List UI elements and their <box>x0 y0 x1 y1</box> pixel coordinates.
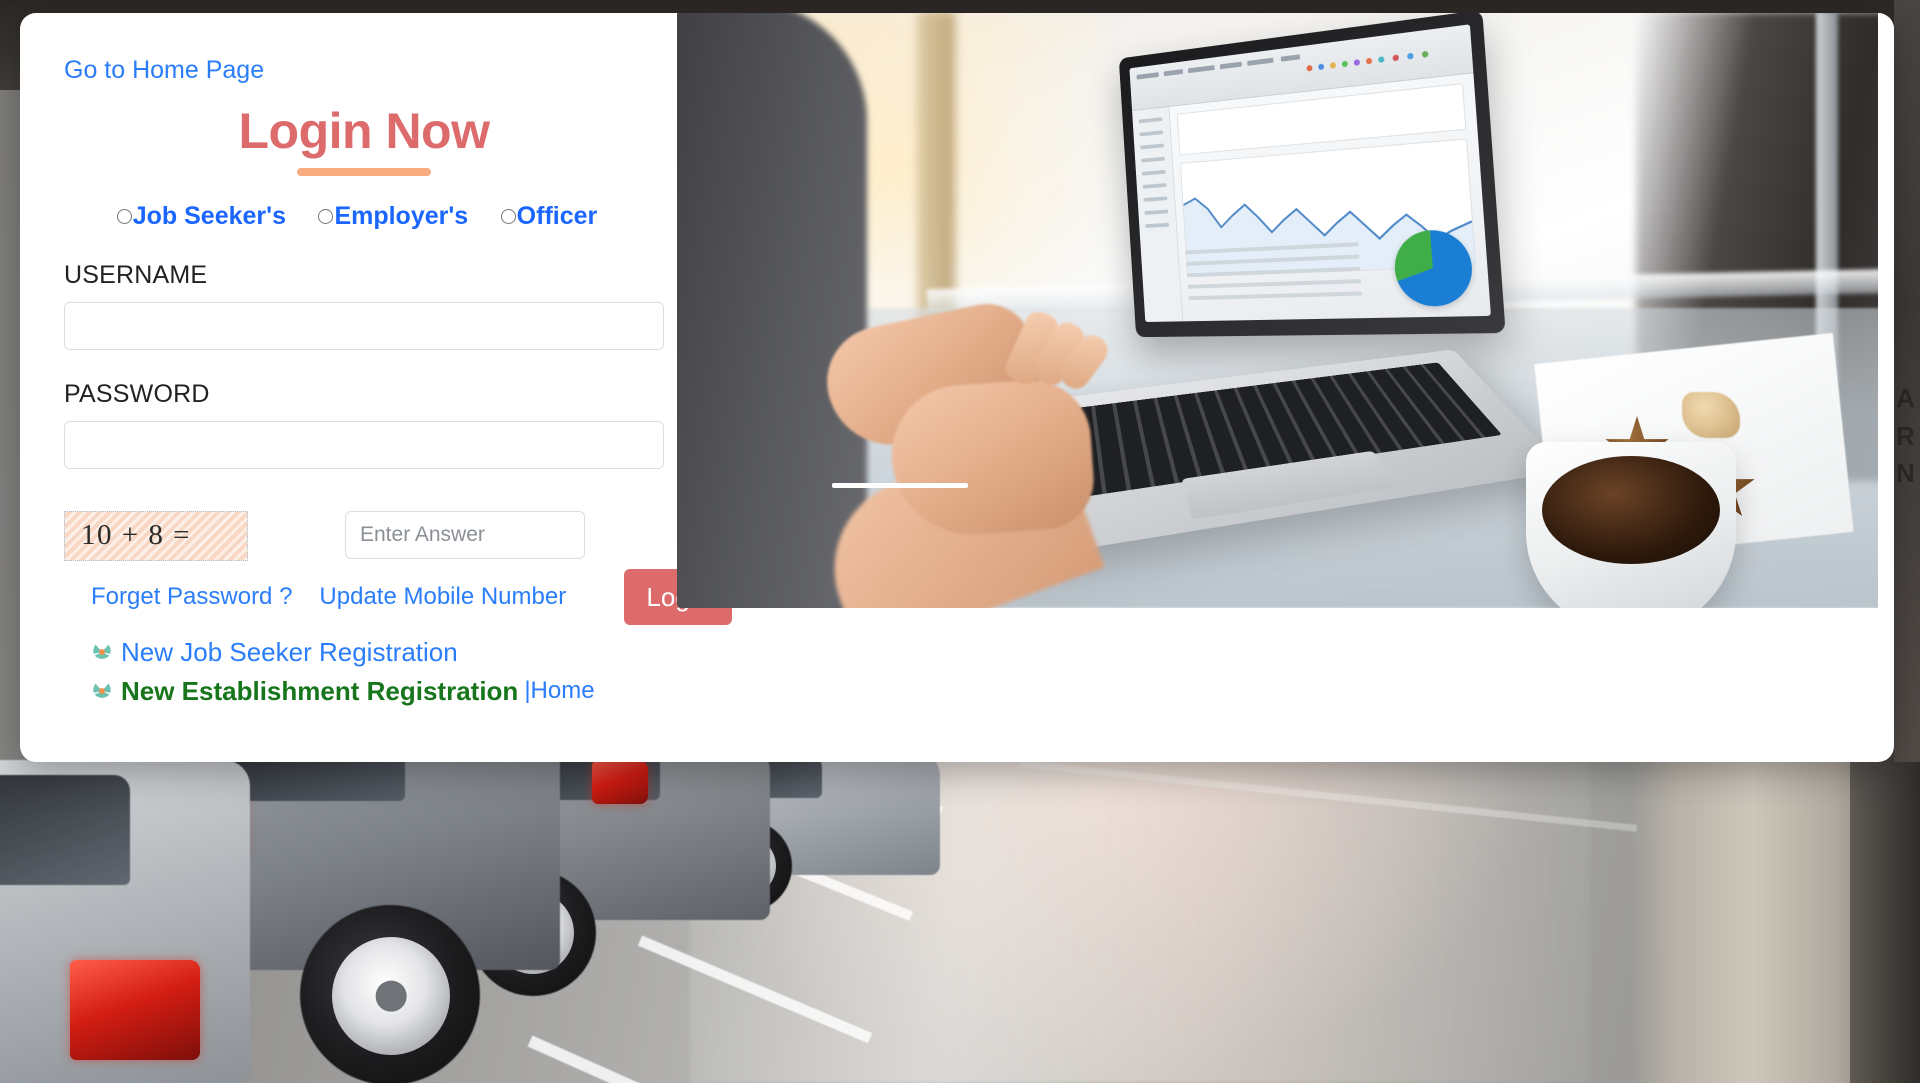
photo-cookie <box>1682 392 1740 438</box>
username-input[interactable] <box>64 301 664 350</box>
photo-coffee <box>1542 456 1720 564</box>
photo-blind <box>917 13 955 331</box>
radio-icon[interactable] <box>500 208 516 224</box>
role-option-employer[interactable]: Employer's <box>318 202 468 231</box>
title-underline <box>297 167 431 176</box>
role-option-job-seeker[interactable]: Job Seeker's <box>116 201 286 231</box>
captcha-answer-input[interactable] <box>345 510 585 559</box>
role-option-officer[interactable]: Officer <box>500 201 598 231</box>
radio-icon[interactable] <box>318 208 334 224</box>
go-to-home-page-link[interactable]: Go to Home Page <box>64 56 264 85</box>
carousel[interactable] <box>677 13 1894 608</box>
job-seeker-registration-row: New Job Seeker Registration <box>91 637 820 668</box>
laptop-lid <box>1118 13 1506 338</box>
laptop-screen <box>1129 24 1491 323</box>
edge-cutoff-text: A R N <box>1896 383 1915 489</box>
car-taillight <box>70 960 200 1060</box>
establishment-registration-row: New Establishment Registration | Home <box>91 676 820 707</box>
role-label-job-seeker: Job Seeker's <box>132 201 286 230</box>
car-window <box>0 775 130 885</box>
home-link[interactable]: Home <box>531 677 595 705</box>
role-label-employer: Employer's <box>334 201 469 230</box>
forget-password-link[interactable]: Forget Password ? <box>91 583 292 611</box>
screen-sidebar <box>1132 106 1184 323</box>
role-selector-group: Job Seeker's Employer's Officer <box>64 202 664 231</box>
photo-person-shoulder <box>677 13 867 608</box>
trefoil-icon <box>91 641 113 663</box>
trefoil-icon <box>91 680 113 702</box>
new-job-seeker-registration-link[interactable]: New Job Seeker Registration <box>121 637 458 668</box>
new-establishment-registration-link[interactable]: New Establishment Registration <box>121 676 518 707</box>
page-title: Login Now <box>238 102 491 159</box>
car-rim <box>332 937 450 1055</box>
radio-icon[interactable] <box>116 208 132 224</box>
carousel-gutter <box>1878 13 1894 608</box>
car-taillight <box>592 760 648 804</box>
screen-data-table <box>1185 242 1363 313</box>
edge-cutoff-panel: A R N <box>1894 0 1920 762</box>
password-input[interactable] <box>64 420 664 469</box>
carousel-indicator[interactable] <box>832 483 968 488</box>
captcha-question-image: 10 + 8 = <box>64 510 248 561</box>
carousel-slide <box>677 13 1894 608</box>
login-card: Go to Home Page Login Now Job Seeker's E… <box>20 13 1894 762</box>
photo-coffee-cup <box>1526 442 1736 608</box>
update-mobile-number-link[interactable]: Update Mobile Number <box>319 583 566 611</box>
login-title-block: Login Now <box>64 103 664 176</box>
role-label-officer: Officer <box>516 201 598 230</box>
